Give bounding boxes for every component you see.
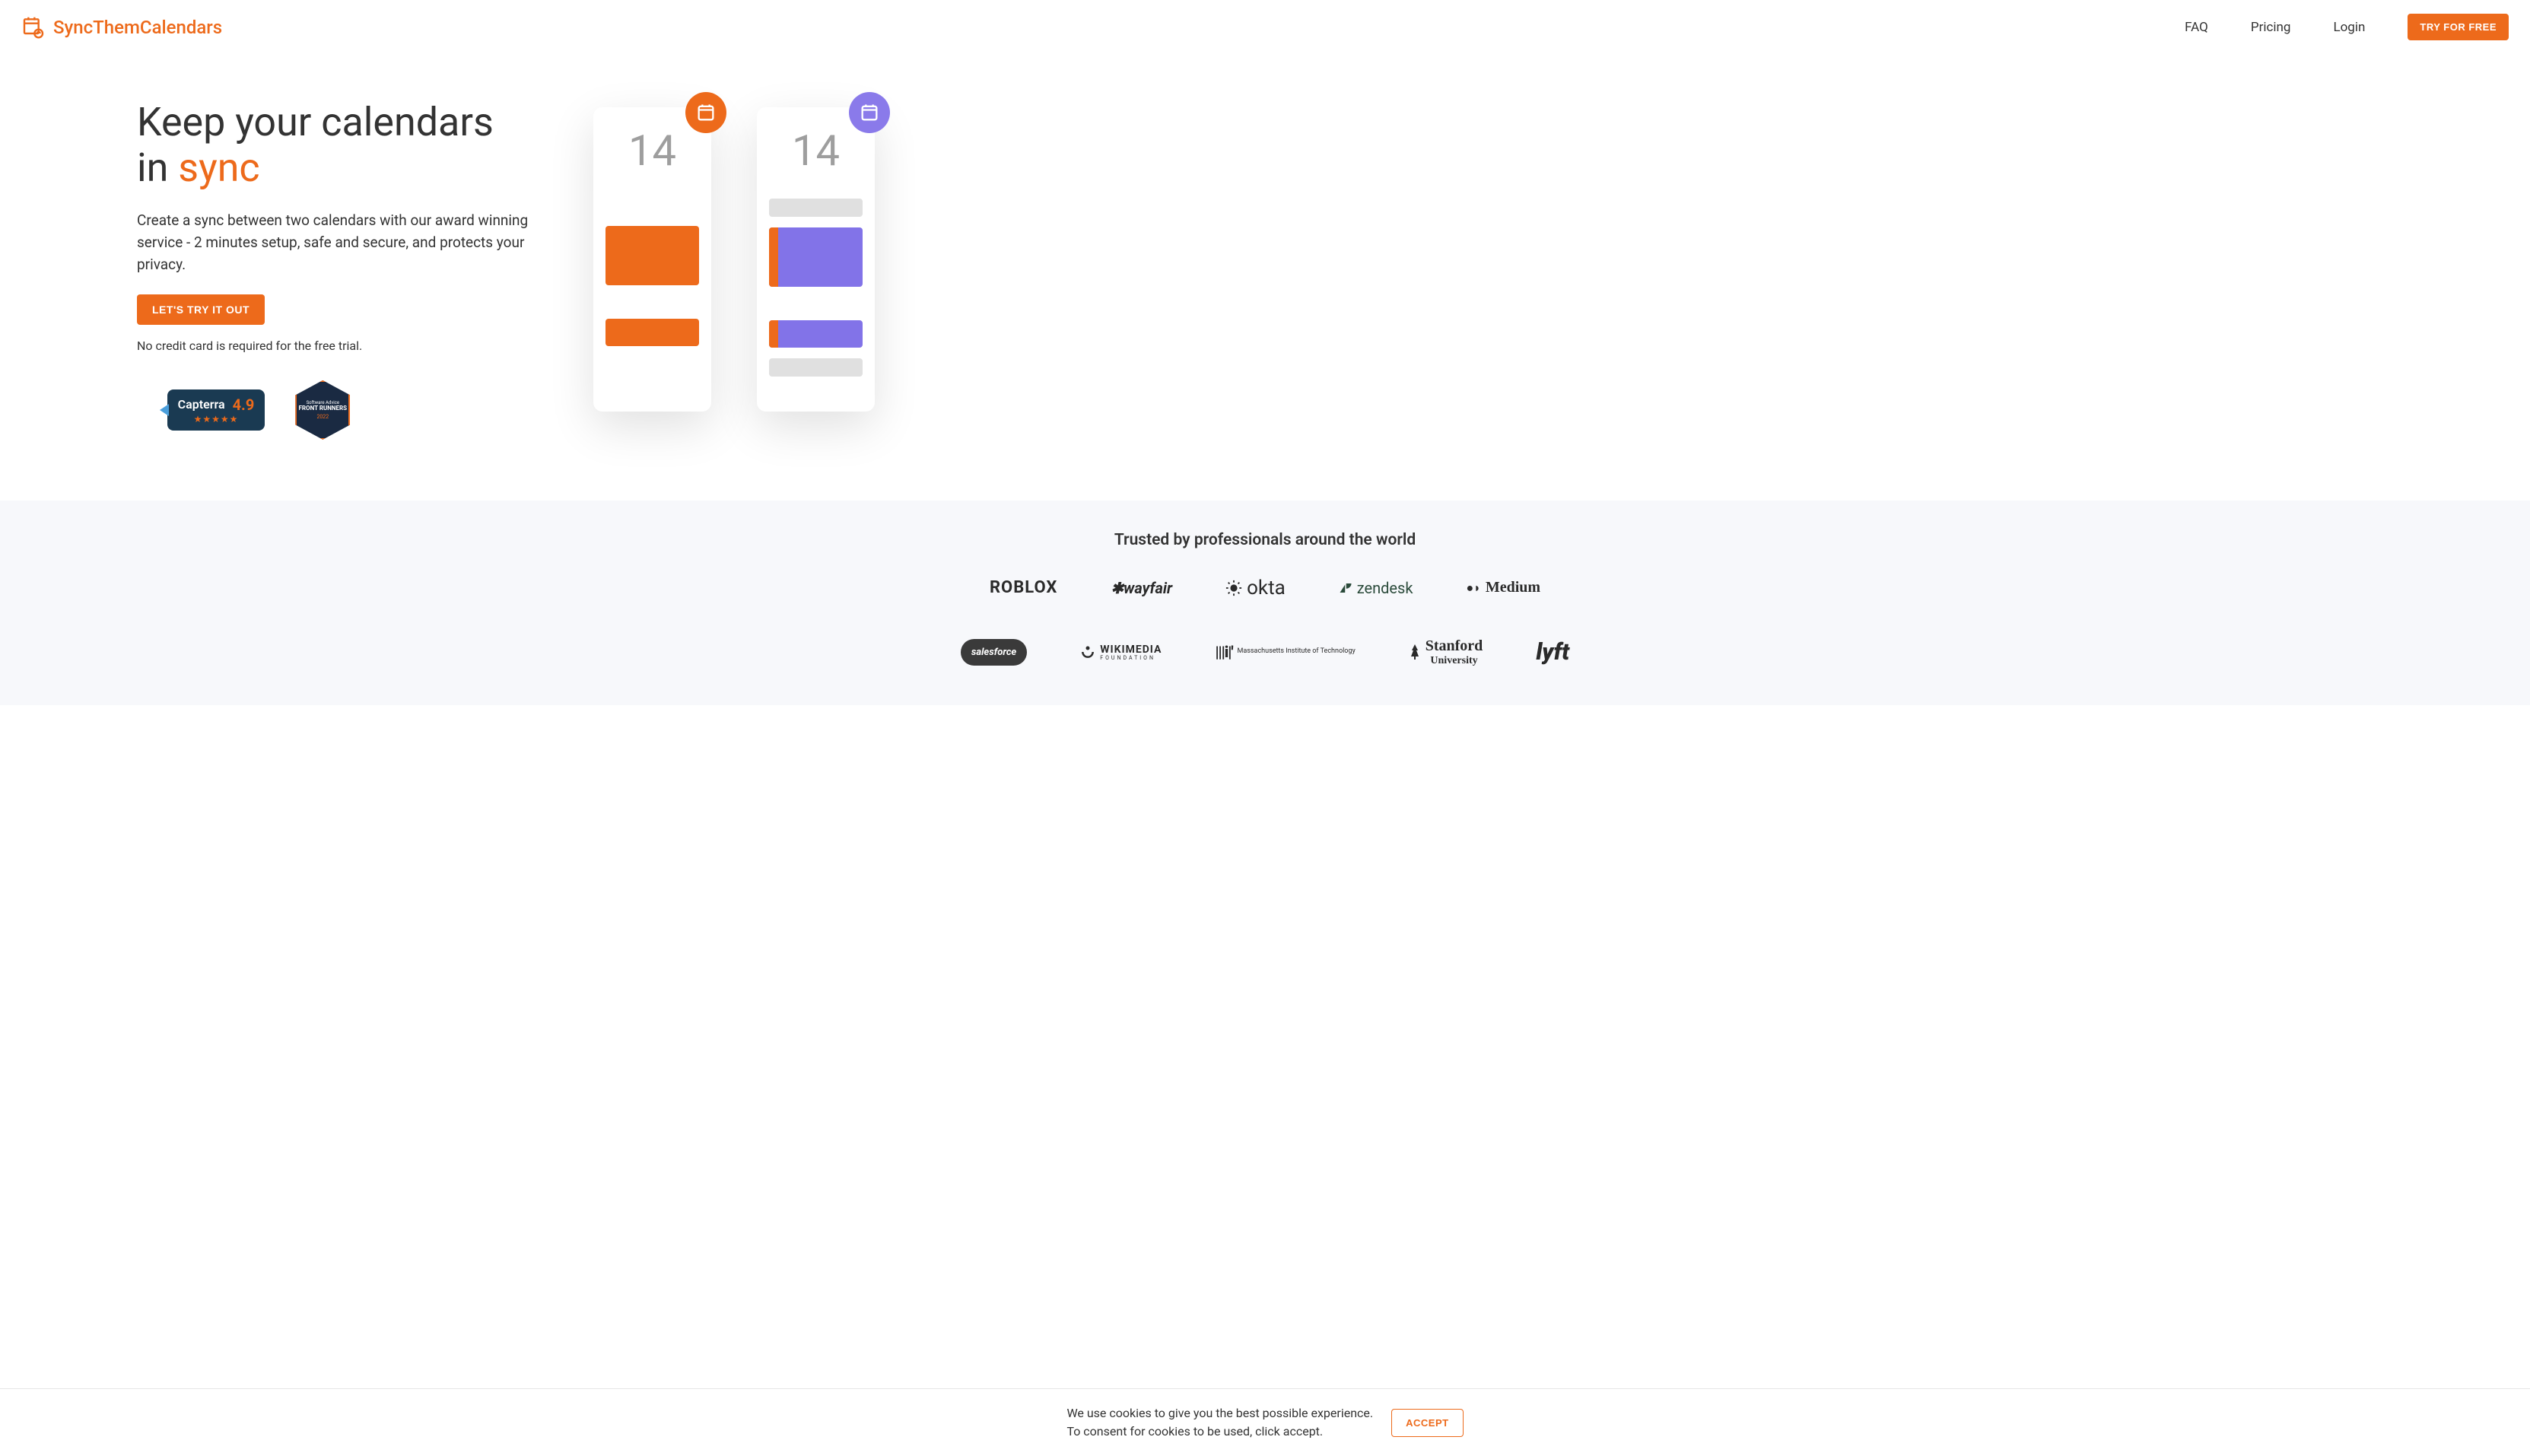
logo-salesforce: salesforce [961,639,1027,666]
brand-name: SyncThemCalendars [53,17,222,38]
lets-try-button[interactable]: LET'S TRY IT OUT [137,294,265,325]
cal-event-block [769,199,863,217]
cookie-line1: We use cookies to give you the best poss… [1066,1404,1373,1423]
calendar-icon-purple [849,92,890,133]
cookie-text: We use cookies to give you the best poss… [1066,1404,1373,1441]
capterra-score: 4.9 [233,396,255,414]
capterra-badge[interactable]: Capterra 4.9 ★★★★★ [167,389,265,431]
logo-stanford-sub: University [1426,655,1483,667]
main-nav: FAQ Pricing Login TRY FOR FREE [2185,14,2509,40]
logo-salesforce-text: salesforce [961,639,1027,666]
hero-title: Keep your calendars in sync [137,100,548,191]
calendar-icon-orange [685,92,726,133]
capterra-arrow-icon [160,404,169,416]
calendar-day-right: 14 [769,126,863,176]
stanford-tree-icon [1409,643,1421,661]
calendar-day-left: 14 [605,126,699,176]
nav-login[interactable]: Login [2333,20,2365,35]
logo-okta: okta [1225,577,1286,599]
cal-event-block [769,358,863,377]
logo-roblox: ROBLOX [990,578,1057,597]
sa-title: FRONT RUNNERS [299,405,348,412]
nav-pricing[interactable]: Pricing [2251,20,2291,35]
hero-section: Keep your calendars in sync Create a syn… [0,54,2530,501]
logo-medium-text: Medium [1486,579,1540,596]
calendar-sync-icon [21,15,46,40]
logo-okta-text: okta [1247,577,1286,599]
wikimedia-icon [1080,644,1095,660]
nav-faq[interactable]: FAQ [2185,20,2208,35]
medium-dots-icon: ●◗ [1466,580,1480,596]
logo-mit: |||i|' Massachusetts Institute of Techno… [1215,643,1355,661]
logo-mit-sub: Massachusetts Institute of Technology [1238,648,1356,656]
cal-event-block [769,227,863,287]
hero-title-accent: sync [178,145,259,191]
site-header: SyncThemCalendars FAQ Pricing Login TRY … [0,0,2530,54]
capterra-name: Capterra [178,397,225,412]
logo-zendesk-text: zendesk [1357,579,1413,597]
hero-title-line2-prefix: in [137,145,178,191]
logo-lyft: lyft [1536,639,1569,666]
logo-wikimedia-text: WIKIMEDIA [1100,644,1162,656]
hero-illustration: 14 14 [593,100,875,412]
hero-copy: Keep your calendars in sync Create a syn… [137,100,548,440]
accept-cookies-button[interactable]: ACCEPT [1391,1409,1463,1437]
logo[interactable]: SyncThemCalendars [21,15,222,40]
cal-event-block [605,319,699,346]
sa-year: 2022 [316,414,329,420]
zendesk-icon [1339,581,1352,595]
logo-medium: ●◗ Medium [1466,579,1540,596]
capterra-stars: ★★★★★ [194,414,239,424]
logo-zendesk: zendesk [1339,579,1413,597]
cookie-consent-bar: We use cookies to give you the best poss… [0,1388,2530,1456]
cal-event-block [769,320,863,348]
logo-wayfair: ✱wayfair [1111,579,1172,597]
logo-wikimedia: WIKIMEDIA FOUNDATION [1080,644,1162,662]
software-advice-badge[interactable]: Software Advice FRONT RUNNERS 2022 [295,380,350,440]
calendar-card-right: 14 [757,107,875,412]
logo-stanford-text: Stanford [1426,637,1483,655]
cal-event-block [605,226,699,285]
award-badges: Capterra 4.9 ★★★★★ Software Advice FRONT… [137,380,380,440]
hero-note: No credit card is required for the free … [137,339,548,353]
logo-stanford: Stanford University [1409,637,1483,667]
customer-logos: ROBLOX ✱wayfair okta zendesk ●◗ Medium s… [930,577,1600,667]
sun-icon [1225,580,1242,596]
logo-wikimedia-sub: FOUNDATION [1100,656,1162,662]
hero-description: Create a sync between two calendars with… [137,209,548,276]
calendar-card-left: 14 [593,107,711,412]
cookie-line2: To consent for cookies to be used, click… [1066,1423,1373,1441]
hero-title-line1: Keep your calendars [137,99,494,145]
try-free-button[interactable]: TRY FOR FREE [2408,14,2509,40]
trusted-section: Trusted by professionals around the worl… [0,501,2530,705]
trusted-title: Trusted by professionals around the worl… [15,531,2515,549]
